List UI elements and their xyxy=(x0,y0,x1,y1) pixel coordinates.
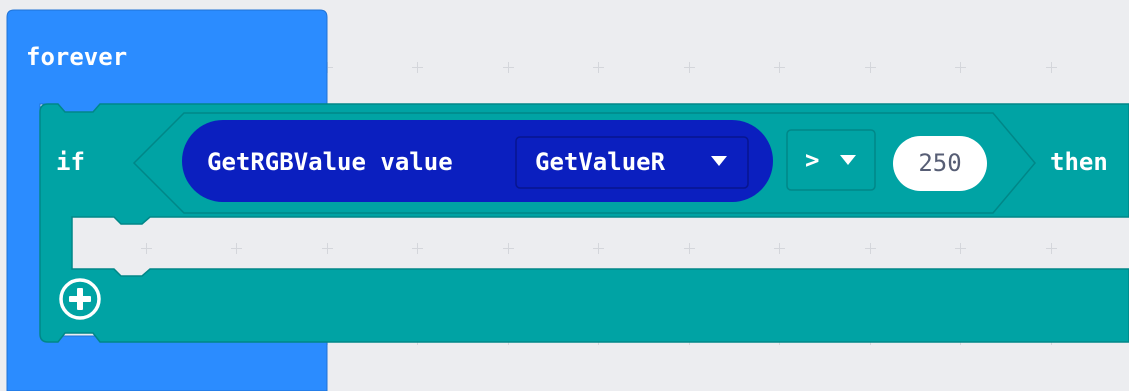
comparison-operator-value: > xyxy=(805,146,820,174)
plus-circle-icon[interactable] xyxy=(56,275,104,323)
getvalue-dropdown-value: GetValueR xyxy=(535,148,666,176)
dropdown-triangle-icon xyxy=(711,156,727,166)
forever-label: forever xyxy=(26,43,128,71)
comparison-operator-dropdown[interactable]: > xyxy=(787,130,875,190)
block-shapes xyxy=(6,9,1129,391)
number-input[interactable]: 250 xyxy=(893,136,987,191)
dropdown-triangle-icon xyxy=(840,155,856,165)
if-label: if xyxy=(56,148,85,176)
getvalue-dropdown[interactable]: GetValueR xyxy=(516,137,748,188)
code-workspace[interactable]: forever if GetRGBValue value GetValueR >… xyxy=(0,0,1129,391)
getrgbvalue-label: GetRGBValue value xyxy=(207,148,453,176)
then-label: then xyxy=(1050,148,1108,176)
number-input-value: 250 xyxy=(918,149,962,177)
